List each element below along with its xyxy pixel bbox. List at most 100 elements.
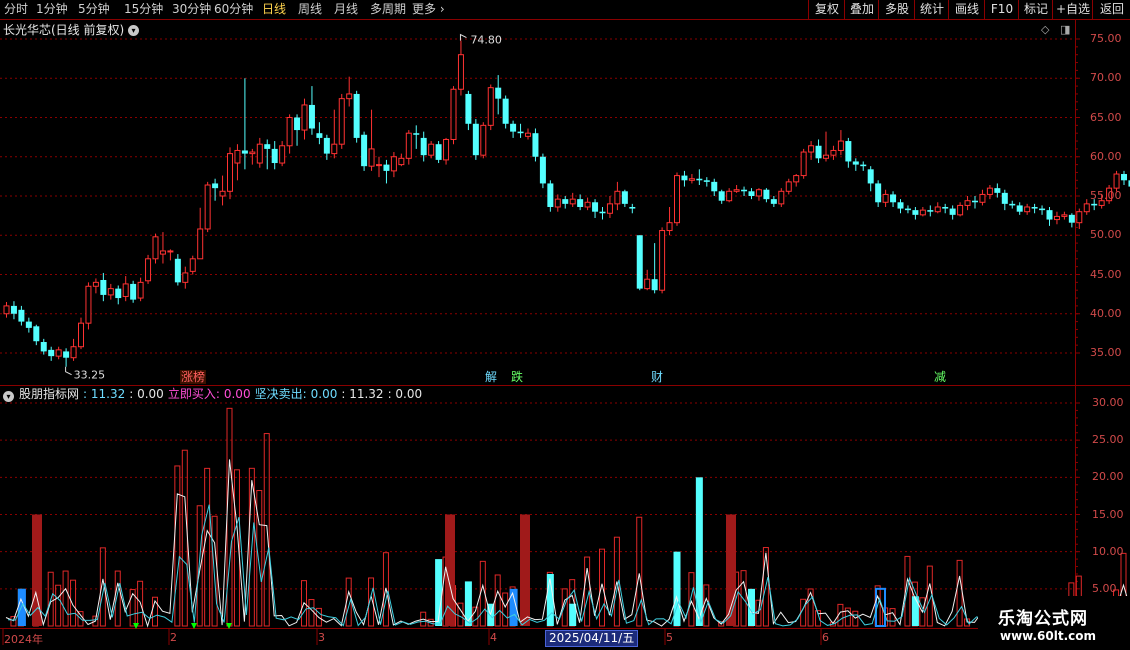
candle-body — [443, 138, 450, 161]
candle-body — [234, 149, 241, 164]
indicator-axis-label: 10.00 — [1092, 544, 1124, 558]
candle-body — [830, 149, 837, 156]
indicator-bar — [889, 608, 896, 627]
watermark-url: www.60lt.com — [1000, 629, 1097, 643]
event-marker-4[interactable]: 减 — [933, 370, 947, 384]
candle-body — [390, 156, 397, 172]
candle-body — [606, 203, 613, 214]
candle-body — [927, 210, 934, 212]
indicator-bar — [308, 599, 315, 627]
candle-body — [599, 211, 606, 214]
candle-body — [577, 199, 584, 207]
indicator-value-2: : 0.00 — [129, 387, 164, 401]
candle-body — [480, 124, 487, 156]
candle-body — [934, 206, 941, 213]
candle-body — [584, 201, 591, 208]
candle-body — [420, 137, 427, 156]
time-axis-label: 6 — [822, 631, 829, 644]
candle-body — [450, 88, 457, 140]
candle-body — [815, 145, 822, 159]
candle-body — [40, 342, 47, 352]
candle-body — [659, 230, 666, 291]
indicator-axis-label: 5.00 — [1092, 581, 1117, 595]
price-axis-label: 40.00 — [1090, 306, 1122, 320]
sell-value: 0.00 — [310, 387, 338, 401]
candle-body — [294, 117, 301, 131]
candle-body — [741, 189, 748, 192]
candle-body — [525, 132, 531, 137]
indicator-axis-label: 15.00 — [1092, 507, 1124, 521]
candle-body — [413, 133, 420, 135]
sell-signal-bar — [520, 514, 530, 626]
candle-body — [882, 193, 889, 203]
candle-body — [1024, 206, 1031, 213]
candle-body — [1113, 173, 1120, 189]
candle-body — [986, 187, 993, 195]
candle-body — [890, 194, 897, 203]
price-axis-label: 70.00 — [1090, 71, 1122, 85]
candle-body — [167, 250, 174, 253]
candle-body — [994, 188, 1001, 193]
candle-body — [227, 153, 233, 192]
candle-body — [629, 206, 636, 209]
candle-body — [1031, 206, 1038, 209]
candle-body — [636, 235, 643, 289]
candle-body — [316, 133, 323, 138]
candle-body — [197, 228, 204, 260]
event-marker-0[interactable]: 涨榜 — [180, 370, 207, 384]
candle-body — [212, 183, 219, 189]
candle-body — [517, 131, 524, 134]
indicator-bar — [196, 505, 203, 627]
candle-body — [115, 288, 122, 299]
event-marker-3[interactable]: 财 — [650, 370, 664, 384]
candle-body — [1039, 208, 1046, 211]
candle-body — [718, 191, 725, 201]
time-axis-label: 5 — [666, 631, 673, 644]
candle-body — [1068, 214, 1075, 223]
candle-body — [18, 309, 25, 322]
indicator-bar — [62, 570, 69, 627]
candle-body — [793, 175, 800, 183]
candle-body — [100, 279, 107, 295]
candle-body — [286, 117, 293, 147]
indicator-value-4: : 0.00 — [387, 387, 423, 401]
chevron-down-icon[interactable]: ▾ — [3, 391, 14, 402]
indicator-bar — [256, 490, 263, 627]
candle-body — [10, 305, 17, 314]
candle-body — [539, 156, 546, 184]
candle-body — [48, 349, 55, 357]
candle-body — [241, 150, 248, 154]
candle-body — [837, 140, 844, 151]
candle-body — [808, 145, 815, 153]
event-marker-1[interactable]: 解 — [484, 370, 498, 384]
candle-body — [502, 98, 509, 124]
price-axis-label: 65.00 — [1090, 110, 1122, 124]
candle-body — [763, 189, 770, 200]
candle-body — [904, 208, 911, 211]
indicator-cyan-bar — [911, 596, 919, 626]
candle-body — [651, 279, 658, 291]
price-axis-label: 35.00 — [1090, 346, 1122, 359]
candle-body — [1001, 192, 1008, 204]
candle-body — [1016, 205, 1023, 212]
candle-body — [621, 191, 628, 204]
candle-body — [219, 190, 226, 197]
event-marker-2[interactable]: 跌 — [510, 370, 524, 384]
candle-body — [376, 164, 382, 167]
indicator-bar — [688, 572, 695, 627]
candle-body — [264, 144, 271, 149]
candle-body — [681, 175, 688, 181]
candle-body — [308, 104, 315, 129]
candle-body — [748, 191, 755, 196]
time-axis-label: 2024年 — [4, 633, 43, 646]
kline-chart[interactable]: 74.80 33.25 — [0, 0, 1130, 650]
candle-body — [569, 198, 576, 205]
price-axis-label: 60.00 — [1090, 149, 1122, 163]
candle-body — [1061, 214, 1068, 217]
candle-body — [182, 272, 189, 283]
indicator-bar — [956, 559, 963, 627]
indicator-name: 股朋指标网 — [19, 387, 80, 401]
candle-body — [346, 93, 353, 100]
candle-body — [800, 151, 807, 177]
indicator-value-1: : 11.32 — [83, 387, 126, 401]
